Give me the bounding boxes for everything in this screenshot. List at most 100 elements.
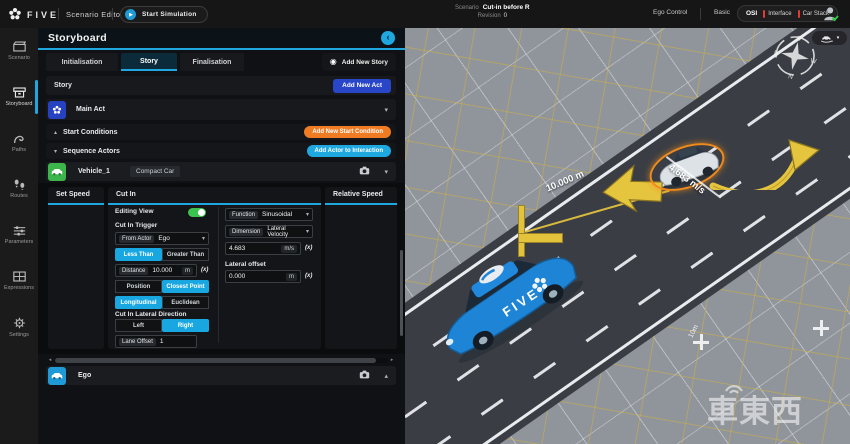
sidebar-item-expressions[interactable]: Expressions xyxy=(0,258,38,304)
start-simulation-label: Start Simulation xyxy=(142,11,197,18)
tab-initialisation[interactable]: Initialisation xyxy=(46,53,118,71)
five-logo-icon xyxy=(8,7,22,21)
basic-mode-button[interactable]: Basic xyxy=(714,9,730,16)
ego-actor-row[interactable]: Ego ▴ xyxy=(46,366,396,385)
scenario-name: Cut-in before R xyxy=(483,4,530,11)
sidebar-item-parameters[interactable]: Parameters xyxy=(0,212,38,258)
ego-control-button[interactable]: Ego Control xyxy=(653,9,687,16)
add-start-condition-button[interactable]: Add New Start Condition xyxy=(304,126,391,138)
vehicle-icon xyxy=(48,163,66,181)
cut-in-card[interactable]: Cut In Editing View Cut In Trigger From … xyxy=(108,187,321,349)
horizontal-scrollbar[interactable]: ◂ ▸ xyxy=(46,356,396,364)
revision-label: Revision xyxy=(478,13,501,19)
add-new-story-button[interactable]: ◉ Add New Story xyxy=(322,53,396,71)
vehicle-actor-row[interactable]: Vehicle_1 Compact Car ▾ xyxy=(46,162,396,181)
camera-icon[interactable] xyxy=(359,166,370,175)
greater-than-option[interactable]: Greater Than xyxy=(162,248,209,261)
start-conditions-row[interactable]: ▴ Start Conditions Add New Start Conditi… xyxy=(46,124,396,140)
vertical-scrollbar-thumb[interactable] xyxy=(400,250,403,336)
chevron-down-icon[interactable]: ▾ xyxy=(384,168,388,176)
sidebar-item-label: Parameters xyxy=(5,239,33,245)
velocity-expression-button[interactable]: (x) xyxy=(305,245,312,251)
right-option[interactable]: Right xyxy=(162,319,209,332)
collapse-panel-button[interactable]: ‹ xyxy=(381,31,395,45)
euclidean-option[interactable]: Euclidean xyxy=(162,296,209,309)
lateral-offset-expression-button[interactable]: (x) xyxy=(305,273,312,279)
function-select[interactable]: Function Sinusoidal ▾ xyxy=(225,208,313,221)
left-option[interactable]: Left xyxy=(115,319,162,332)
sidebar-item-routes[interactable]: Routes xyxy=(0,166,38,212)
scrollbar-track[interactable] xyxy=(54,358,388,363)
sidebar-item-scenario[interactable]: Scenario xyxy=(0,28,38,74)
compass-east: E xyxy=(773,50,779,58)
story-row[interactable]: Story Add New Act xyxy=(46,76,396,95)
grid-marker xyxy=(813,320,829,336)
sidebar-item-label: Paths xyxy=(12,147,26,153)
osi-status[interactable]: OSI xyxy=(746,10,757,17)
chevron-down-icon[interactable]: ▾ xyxy=(384,106,388,114)
interface-status[interactable]: Interface xyxy=(763,10,791,18)
scroll-left-arrow[interactable]: ◂ xyxy=(46,357,54,363)
sidebar-item-storyboard[interactable]: Storyboard xyxy=(0,74,38,120)
brand-name: FIVE xyxy=(27,10,59,20)
divider xyxy=(112,8,113,20)
closest-point-option[interactable]: Closest Point xyxy=(162,280,209,293)
collapse-icon[interactable]: ▴ xyxy=(54,129,57,136)
ego-name: Ego xyxy=(78,372,130,379)
sidebar-item-paths[interactable]: Paths xyxy=(0,120,38,166)
scroll-right-arrow[interactable]: ▸ xyxy=(388,357,396,363)
from-actor-select[interactable]: From Actor Ego ▾ xyxy=(115,232,209,245)
scenario-label: Scenario xyxy=(455,5,479,11)
tab-story[interactable]: Story xyxy=(121,53,177,71)
scrollbar-thumb[interactable] xyxy=(55,358,376,363)
position-option[interactable]: Position xyxy=(115,280,162,293)
less-than-option[interactable]: Less Than xyxy=(115,248,162,261)
collapse-icon[interactable]: ▾ xyxy=(54,148,57,155)
lane-offset-input[interactable]: Lane Offset 1 xyxy=(115,335,197,348)
camera-view-button[interactable]: ▾ xyxy=(812,31,847,45)
chevron-up-icon[interactable]: ▴ xyxy=(384,372,388,380)
distance-input[interactable]: Distance 10.000 m xyxy=(115,264,197,277)
act-icon xyxy=(48,101,66,119)
lateral-offset-input[interactable]: 0.000 m xyxy=(225,270,301,283)
start-conditions-label: Start Conditions xyxy=(63,129,117,136)
editing-view-label: Editing View xyxy=(115,208,154,215)
velocity-input[interactable]: 4.683 m/s xyxy=(225,242,301,255)
app-title: Scenario Editor xyxy=(66,10,123,19)
orbit-car-icon xyxy=(820,34,834,43)
set-speed-card[interactable]: Set Speed xyxy=(48,187,104,349)
dimension-chip: Dimension xyxy=(229,228,263,236)
add-new-act-button[interactable]: Add New Act xyxy=(333,79,391,93)
add-actor-button[interactable]: Add Actor to Interaction xyxy=(307,145,391,157)
storyboard-icon xyxy=(13,87,26,98)
revision-value: 0 xyxy=(504,13,507,19)
tab-finalisation[interactable]: Finalisation xyxy=(180,53,244,71)
sidebar-item-label: Expressions xyxy=(4,285,34,291)
main-act-label: Main Act xyxy=(76,106,105,113)
sequence-actors-row[interactable]: ▾ Sequence Actors Add Actor to Interacti… xyxy=(46,143,396,159)
direction-segment: Left Right xyxy=(115,319,209,332)
function-chip: Function xyxy=(229,211,258,219)
clapperboard-icon xyxy=(13,41,26,52)
main-act-row[interactable]: Main Act ▾ xyxy=(46,99,396,120)
sidebar-item-settings[interactable]: Settings xyxy=(0,304,38,350)
interaction-cards: Set Speed Cut In Editing View Cut In Tri… xyxy=(38,183,405,354)
top-bar: FIVE Scenario Editor ▶ Start Simulation … xyxy=(0,0,850,28)
divider xyxy=(58,8,59,20)
interface-status-indicator xyxy=(763,10,765,18)
camera-icon[interactable] xyxy=(359,370,370,379)
cut-in-path-arrow[interactable] xyxy=(701,110,831,190)
vehicle-type-chip[interactable]: Compact Car xyxy=(130,166,180,177)
storyboard-panel: Storyboard ‹ Initialisation Story Finali… xyxy=(38,28,405,444)
editing-view-toggle[interactable] xyxy=(188,208,206,217)
relative-speed-card[interactable]: Relative Speed xyxy=(325,187,397,349)
start-simulation-button[interactable]: ▶ Start Simulation xyxy=(120,6,208,23)
vehicle-name: Vehicle_1 xyxy=(78,168,130,175)
distance-expression-button[interactable]: (x) xyxy=(201,267,208,273)
longitudinal-option[interactable]: Longitudinal xyxy=(115,296,162,309)
dimension-select[interactable]: Dimension Lateral Velocity ▾ xyxy=(225,225,313,238)
panel-header: Storyboard ‹ xyxy=(38,28,405,50)
distance-chip: Distance xyxy=(119,267,148,275)
viewport-3d[interactable]: 10.000 m 4.683 m/s FIVE 10m xyxy=(405,28,850,444)
user-avatar[interactable] xyxy=(822,5,840,23)
